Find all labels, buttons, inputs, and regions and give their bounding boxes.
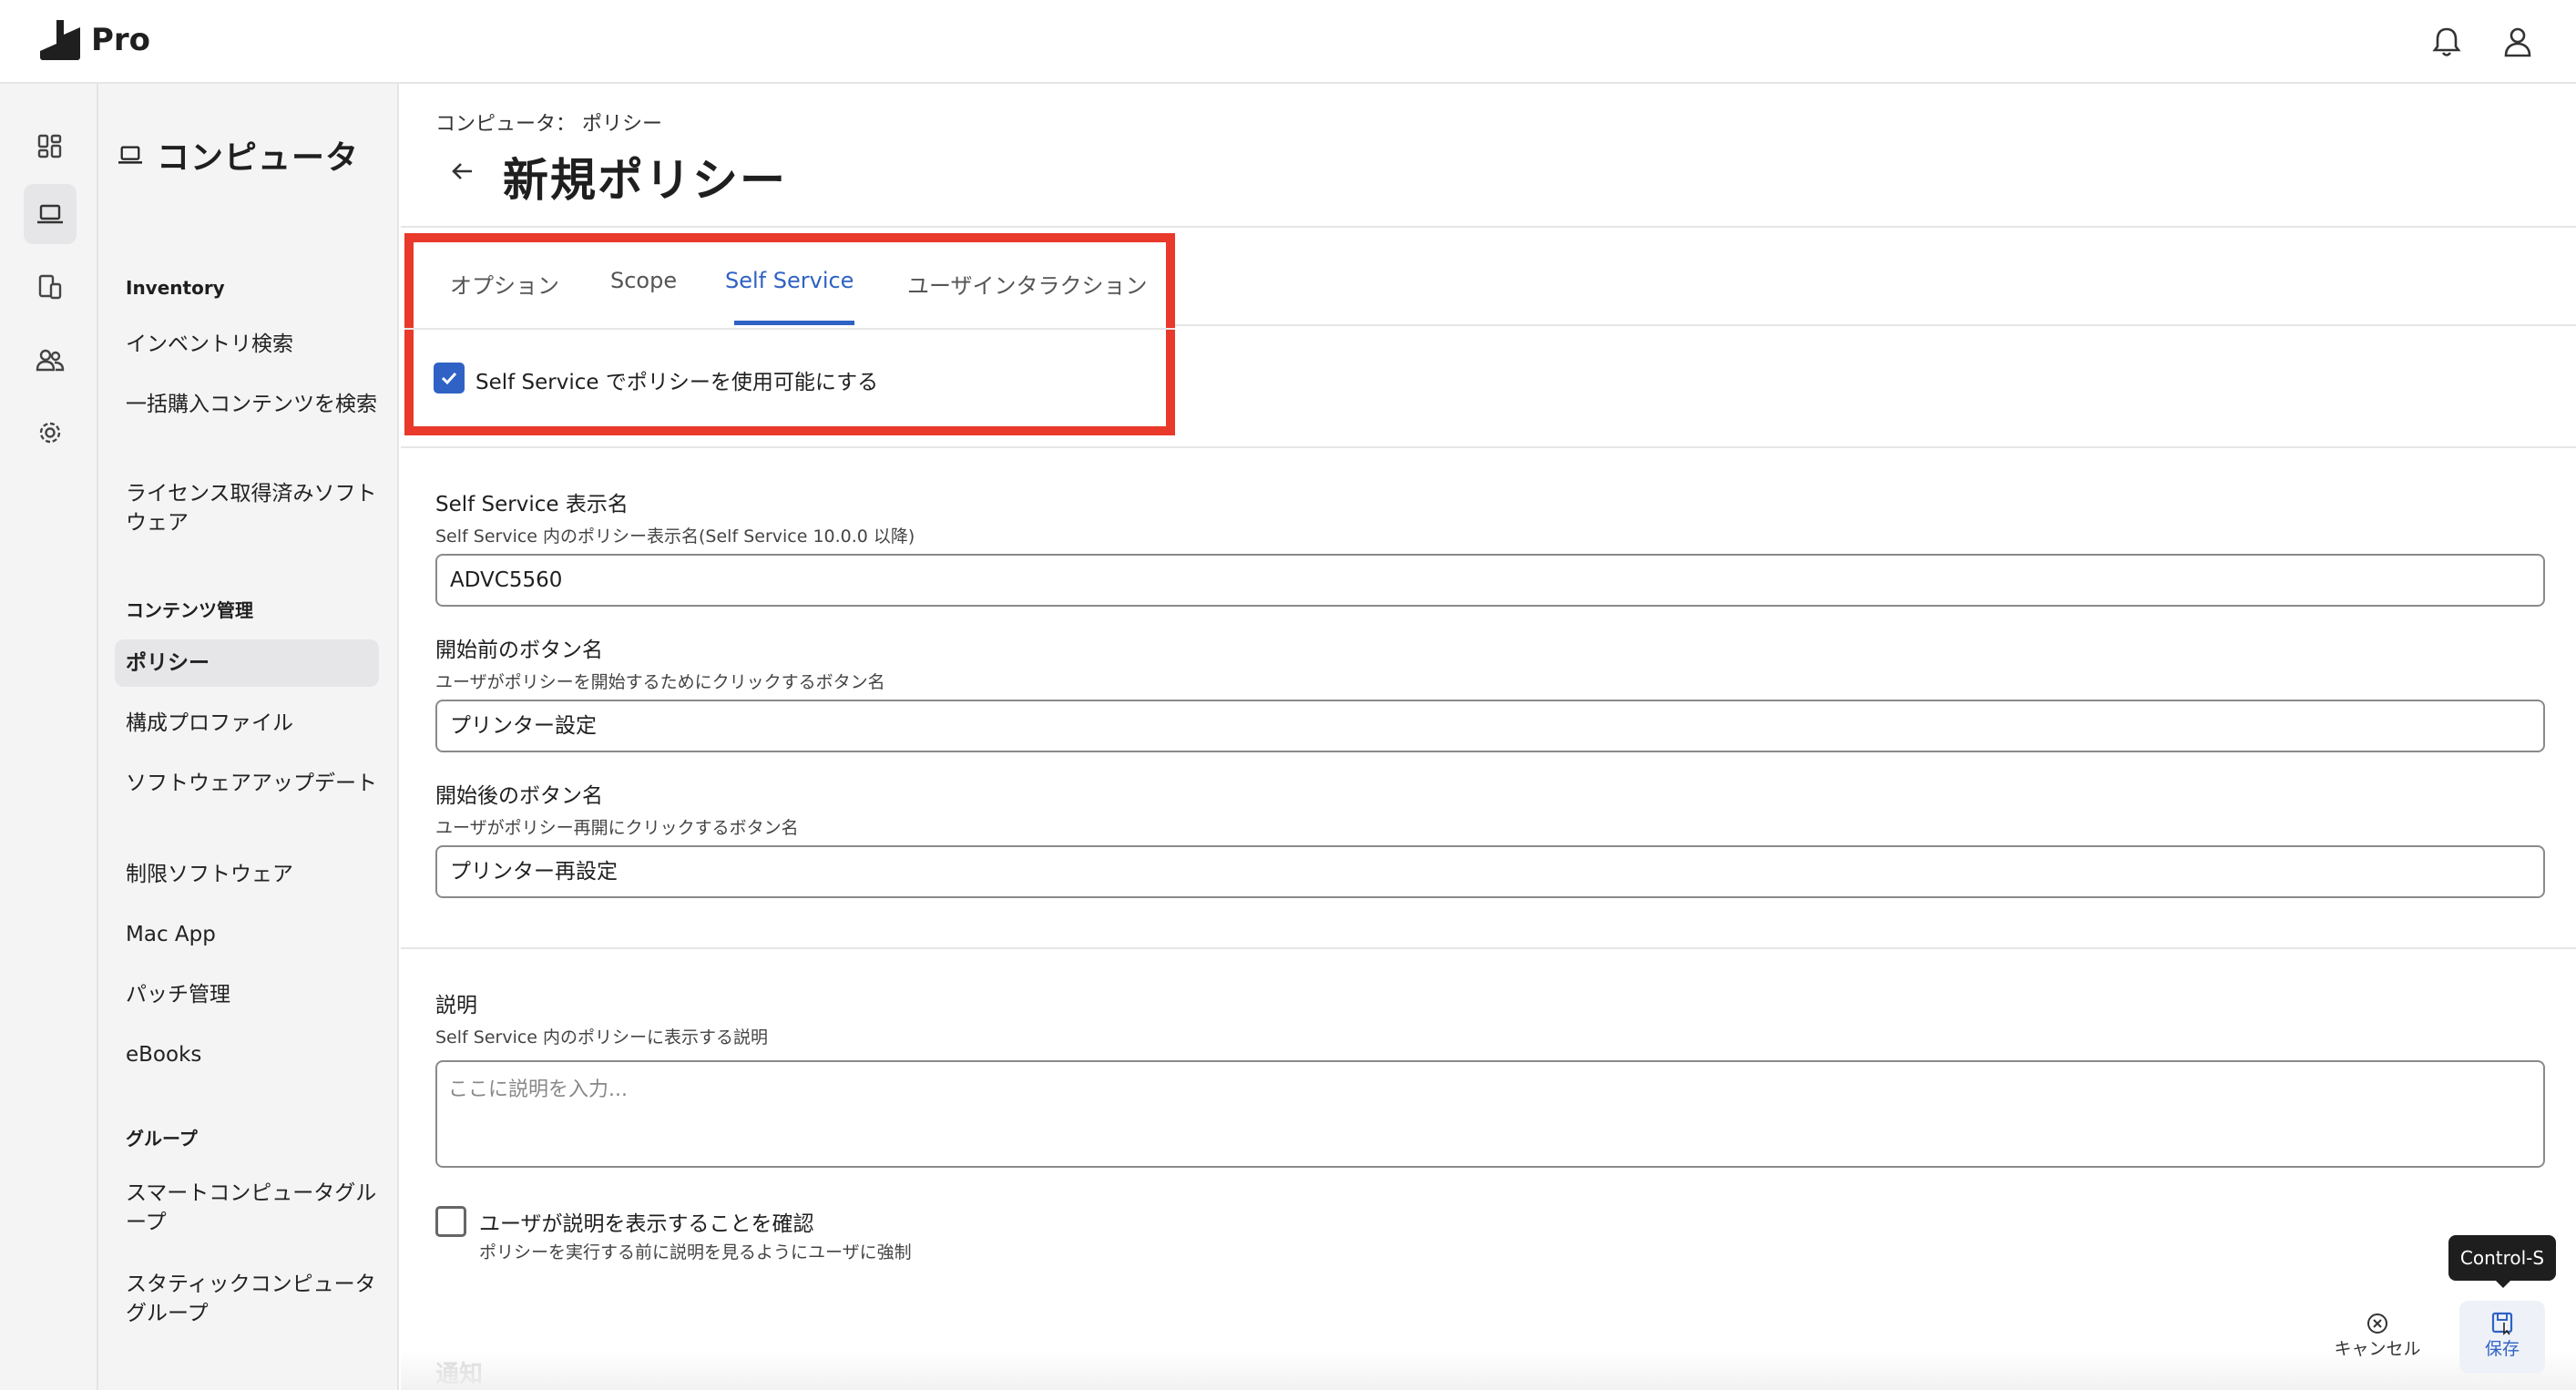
sidebar: コンピュータ Inventory インベントリ検索 一括購入コンテンツを検索 ラ… [98, 84, 399, 1390]
cancel-label: キャンセル [2334, 1339, 2421, 1359]
tab-scope[interactable]: Scope [610, 268, 677, 293]
icon-rail [0, 84, 98, 1390]
save-button[interactable]: 保存 [2459, 1301, 2545, 1374]
description-label: 説明 [435, 994, 477, 1017]
sidebar-item-inventory-search[interactable]: インベントリ検索 [126, 330, 381, 359]
tabs-divider-ext [1175, 324, 2576, 326]
laptop-icon [118, 146, 142, 164]
rail-users[interactable] [24, 330, 77, 390]
tooltip-arrow [2494, 1279, 2512, 1288]
sidebar-item-restricted-software[interactable]: 制限ソフトウェア [126, 860, 381, 889]
save-label: 保存 [2484, 1339, 2520, 1359]
rail-dashboard[interactable] [24, 117, 77, 177]
top-bar: Pro [0, 0, 2576, 84]
active-tab-indicator [734, 321, 854, 325]
button-after-label: 開始後のボタン名 [435, 784, 603, 808]
button-after-help: ユーザがポリシー再開にクリックするボタン名 [435, 818, 799, 838]
section-title-groups: グループ [126, 1128, 198, 1150]
back-arrow-icon[interactable] [446, 155, 479, 188]
sidebar-item-patch-management[interactable]: パッチ管理 [126, 980, 381, 1009]
enable-self-service-label[interactable]: Self Service でポリシーを使用可能にする [475, 364, 878, 395]
description-textarea[interactable]: ここに説明を入力... [435, 1060, 2545, 1168]
user-icon[interactable] [2498, 22, 2538, 62]
sidebar-item-bulk-content-search[interactable]: 一括購入コンテンツを検索 [126, 390, 381, 419]
laptop-icon [37, 204, 63, 224]
button-before-input[interactable]: プリンター設定 [435, 700, 2545, 752]
section-title-inventory: Inventory [126, 277, 225, 299]
sidebar-item-policies[interactable]: ポリシー [115, 639, 379, 687]
divider [401, 446, 2576, 448]
tab-user-interaction[interactable]: ユーザインタラクション [907, 268, 1148, 300]
sidebar-item-static-groups[interactable]: スタティックコンピュータグループ [126, 1270, 381, 1328]
sidebar-item-config-profiles[interactable]: 構成プロファイル [126, 709, 381, 738]
sidebar-item-software-updates[interactable]: ソフトウェアアップデート [126, 769, 381, 798]
display-name-help: Self Service 内のポリシー表示名(Self Service 10.0… [435, 526, 915, 547]
sidebar-item-licensed-software[interactable]: ライセンス取得済みソフトウェア [126, 479, 381, 537]
enable-self-service-checkbox[interactable] [434, 363, 465, 393]
tabs-divider [404, 328, 1175, 330]
cancel-circle-icon [2367, 1313, 2387, 1334]
save-icon [2491, 1312, 2513, 1335]
sidebar-item-ebooks[interactable]: eBooks [126, 1040, 381, 1069]
bottom-fade [401, 1350, 2576, 1390]
rail-computers[interactable] [24, 184, 77, 244]
section-title-content: コンテンツ管理 [126, 599, 253, 621]
description-help: Self Service 内のポリシーに表示する説明 [435, 1027, 769, 1048]
tab-options[interactable]: オプション [450, 268, 559, 300]
brand-name: Pro [91, 22, 151, 58]
dashboard-icon [37, 134, 62, 158]
confirm-description-checkbox[interactable] [435, 1206, 466, 1237]
page-title: 新規ポリシー [503, 154, 787, 207]
sidebar-header: コンピュータ [117, 131, 359, 179]
jamf-logo-icon [40, 20, 80, 60]
display-name-label: Self Service 表示名 [435, 493, 629, 516]
save-tooltip: Control-S [2448, 1235, 2556, 1281]
divider [401, 947, 2576, 949]
sidebar-item-smart-groups[interactable]: スマートコンピュータグループ [126, 1179, 381, 1237]
main-content: コンピュータ： ポリシー 新規ポリシー オプション Scope Self Ser… [401, 84, 2576, 1390]
breadcrumb[interactable]: コンピュータ： ポリシー [435, 107, 662, 137]
button-before-help: ユーザがポリシーを開始するためにクリックするボタン名 [435, 672, 885, 692]
rail-devices[interactable] [24, 257, 77, 317]
button-after-input[interactable]: プリンター再設定 [435, 845, 2545, 898]
cancel-button[interactable]: キャンセル [2332, 1312, 2423, 1360]
display-name-input[interactable]: ADVC5560 [435, 554, 2545, 607]
divider [401, 226, 2576, 228]
tab-self-service[interactable]: Self Service [725, 268, 854, 293]
sidebar-item-mac-app[interactable]: Mac App [126, 920, 381, 949]
check-icon [441, 372, 457, 385]
confirm-description-label[interactable]: ユーザが説明を表示することを確認 [479, 1206, 814, 1237]
confirm-description-help: ポリシーを実行する前に説明を見るようにユーザに強制 [479, 1242, 912, 1262]
gear-icon [39, 422, 61, 444]
devices-icon [38, 274, 62, 300]
rail-settings[interactable] [24, 403, 77, 463]
users-icon [36, 349, 65, 372]
sidebar-title: コンピュータ [157, 139, 360, 177]
highlight-box: オプション Scope Self Service ユーザインタラクション Sel… [404, 233, 1175, 435]
bell-icon[interactable] [2427, 22, 2467, 62]
button-before-label: 開始前のボタン名 [435, 639, 603, 662]
